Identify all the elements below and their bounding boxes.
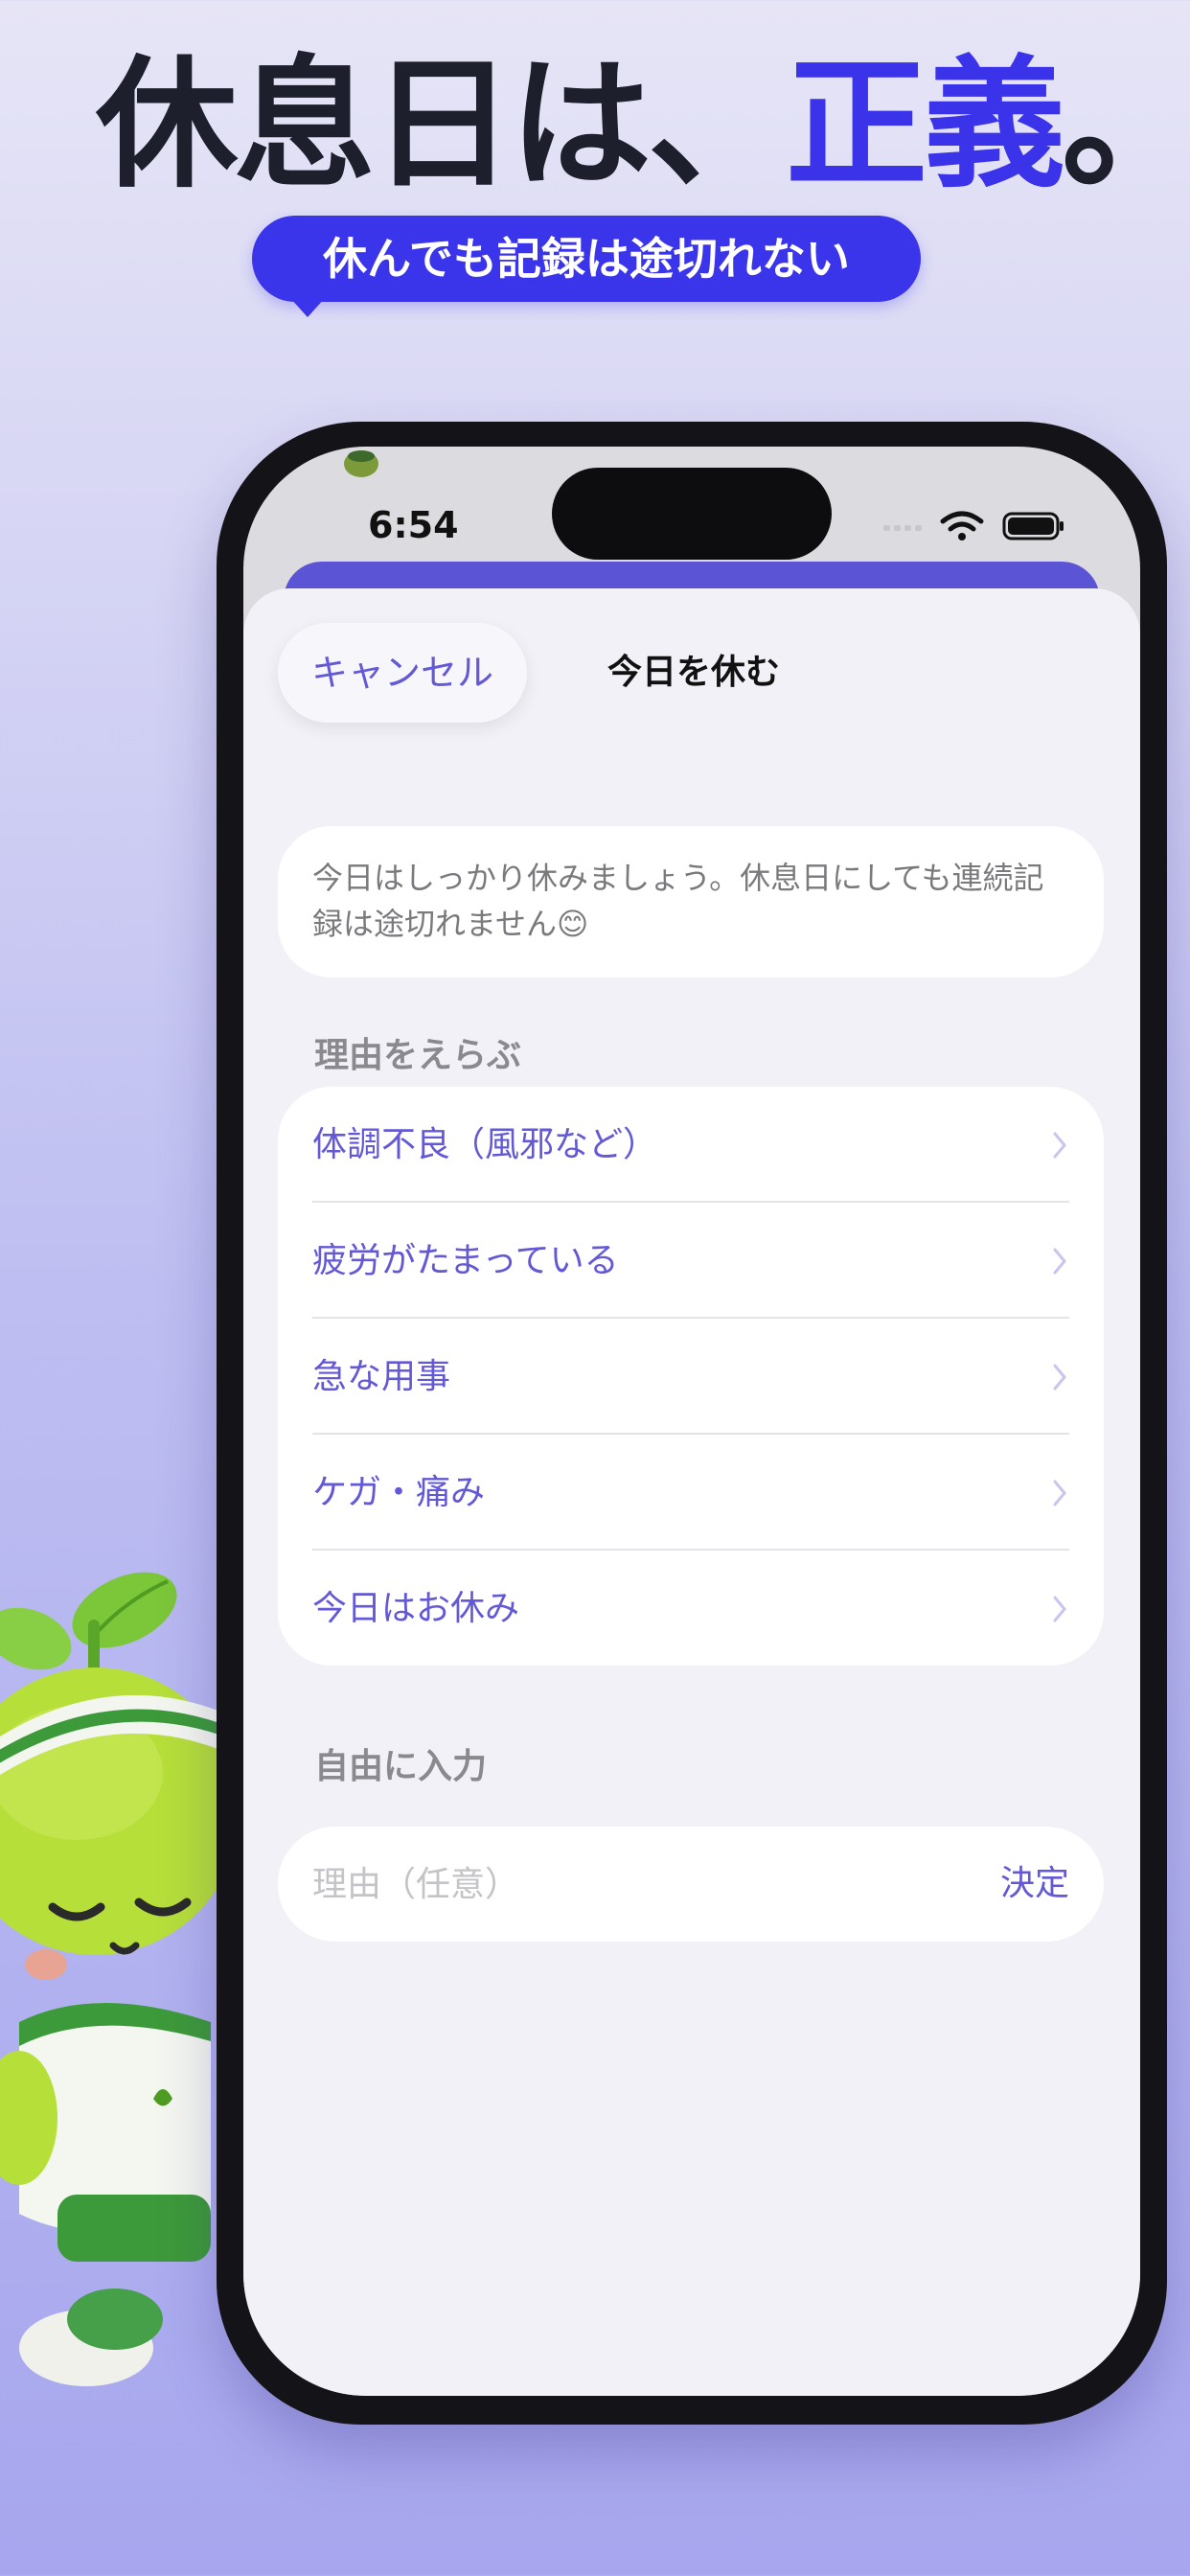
confirm-button[interactable]: 決定 xyxy=(1000,1827,1069,1942)
free-reason-row: 決定 xyxy=(278,1827,1104,1942)
phone-screen: 6:54 キャンセル 今日を休む 今日はしっかり休みましょう。休息日にしても連続… xyxy=(243,447,1140,2396)
reason-label: 体調不良（風邪など） xyxy=(312,1125,658,1164)
info-message: 今日はしっかり休みましょう。休息日にしても連続記録は途切れません😊 xyxy=(278,826,1104,978)
signal-icon xyxy=(883,525,922,531)
reason-item-injury[interactable]: ケガ・痛み xyxy=(312,1435,1069,1551)
reason-list: 体調不良（風邪など） 疲労がたまっている 急な用事 ケガ・痛み 今日はお休み xyxy=(278,1087,1104,1666)
reason-item-day-off[interactable]: 今日はお休み xyxy=(312,1551,1069,1666)
chevron-right-icon xyxy=(1053,1132,1066,1159)
status-icons xyxy=(883,511,1064,540)
rest-day-sheet: キャンセル 今日を休む 今日はしっかり休みましょう。休息日にしても連続記録は途切… xyxy=(243,588,1140,2396)
headline-part1: 休息日は、 xyxy=(96,42,790,207)
reason-item-fatigue[interactable]: 疲労がたまっている xyxy=(312,1203,1069,1319)
mascot-illustration xyxy=(0,1572,230,2386)
subhead-pill: 休んでも記録は途切れない xyxy=(252,216,921,317)
reason-item-illness[interactable]: 体調不良（風邪など） xyxy=(312,1087,1069,1203)
cancel-button[interactable]: キャンセル xyxy=(278,623,527,723)
battery-icon xyxy=(1002,512,1064,540)
chevron-right-icon xyxy=(1053,1480,1066,1506)
dynamic-island xyxy=(552,468,832,560)
reason-label: 今日はお休み xyxy=(312,1589,520,1628)
headline-accent: 正義 xyxy=(786,42,1065,207)
app-mascot-icon xyxy=(344,450,378,477)
headline: 休息日は、正義。 xyxy=(96,38,1190,211)
reason-label: 急な用事 xyxy=(312,1357,451,1396)
reasons-header: 理由をえらぶ xyxy=(314,1036,522,1075)
reason-input[interactable] xyxy=(312,1827,926,1942)
sheet-title: 今日を休む xyxy=(606,653,780,692)
status-time: 6:54 xyxy=(368,504,459,546)
chevron-right-icon xyxy=(1053,1364,1066,1391)
reason-item-errand[interactable]: 急な用事 xyxy=(312,1319,1069,1435)
free-input-header: 自由に入力 xyxy=(314,1747,488,1786)
reason-label: 疲労がたまっている xyxy=(312,1241,619,1280)
reason-label: ケガ・痛み xyxy=(312,1473,486,1512)
chevron-right-icon xyxy=(1053,1596,1066,1622)
headline-part2: 。 xyxy=(1062,42,1190,207)
chevron-right-icon xyxy=(1053,1248,1066,1275)
wifi-icon xyxy=(940,511,984,540)
